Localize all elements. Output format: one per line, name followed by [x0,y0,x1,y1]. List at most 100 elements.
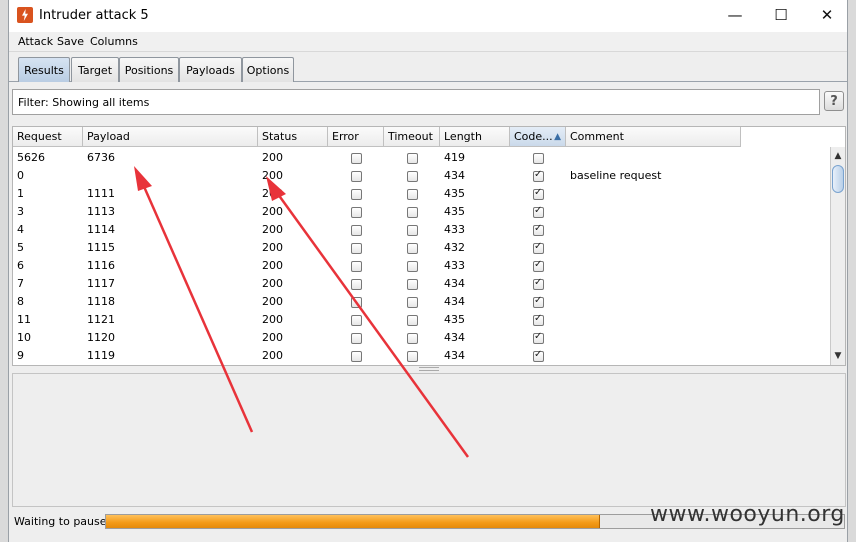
cell-comment [566,275,570,293]
checkbox-code[interactable] [533,223,544,236]
checkbox-error[interactable] [351,243,362,254]
cell-comment [566,185,570,203]
checkbox-timeout[interactable] [407,243,418,254]
lower-pane [12,373,846,507]
checkbox-timeout[interactable] [407,279,418,290]
checkbox-error[interactable] [351,279,362,290]
table-row[interactable]: 7 1117 200 434 [13,275,741,293]
tab-target[interactable]: Target [71,57,119,82]
checkbox-error[interactable] [351,315,362,326]
checkbox-code[interactable] [533,187,544,200]
column-comment[interactable]: Comment [566,127,741,147]
cell-request: 9 [17,349,24,362]
filter-label: Filter: Showing all items [18,96,150,109]
cell-length: 419 [444,151,465,164]
checkbox-code[interactable] [533,241,544,254]
checkbox-code[interactable] [533,277,544,290]
cell-payload: 1116 [87,259,115,272]
scroll-down-icon[interactable]: ▼ [831,349,845,363]
table-row[interactable]: 11 1121 200 435 [13,311,741,329]
checkbox-error[interactable] [351,225,362,236]
checkbox-code[interactable] [533,205,544,218]
help-button[interactable]: ? [824,91,844,111]
checkbox-timeout[interactable] [407,171,418,182]
column-payload[interactable]: Payload [83,127,258,147]
column-error[interactable]: Error [328,127,384,147]
cell-request: 10 [17,331,31,344]
cell-status: 200 [262,151,283,164]
menu-attack[interactable]: Attack [18,35,53,48]
checkbox-error[interactable] [351,171,362,182]
cell-comment [566,293,570,311]
cell-payload: 1119 [87,349,115,362]
table-row[interactable]: 5 1115 200 432 [13,239,741,257]
table-row[interactable]: 1 1111 200 435 [13,185,741,203]
background-window-left [0,0,8,542]
checkbox-timeout[interactable] [407,297,418,308]
cell-length: 434 [444,331,465,344]
menu-columns[interactable]: Columns [90,35,138,48]
status-text: Waiting to pause [14,515,107,528]
checkbox-timeout[interactable] [407,333,418,344]
checkbox-error[interactable] [351,351,362,362]
cell-request: 1 [17,187,24,200]
table-row[interactable]: 4 1114 200 433 [13,221,741,239]
checkbox-timeout[interactable] [407,207,418,218]
checkbox-code[interactable] [533,153,544,164]
checkbox-timeout[interactable] [407,153,418,164]
checkbox-code[interactable] [533,349,544,362]
checkbox-timeout[interactable] [407,261,418,272]
tab-positions[interactable]: Positions [119,57,179,82]
cell-status: 200 [262,223,283,236]
table-row[interactable]: 9 1119 200 434 [13,347,741,365]
column-code[interactable]: Code... ▲ [510,127,566,147]
checkbox-error[interactable] [351,261,362,272]
split-pane-divider[interactable] [419,367,439,371]
vertical-scrollbar[interactable]: ▲ ▼ [830,147,845,365]
checkbox-code[interactable] [533,313,544,326]
table-row[interactable]: 5626 6736 200 419 [13,149,741,167]
cell-request: 3 [17,205,24,218]
checkbox-timeout[interactable] [407,351,418,362]
table-row[interactable]: 8 1118 200 434 [13,293,741,311]
filter-bar[interactable]: Filter: Showing all items [12,89,820,115]
cell-length: 434 [444,349,465,362]
table-row[interactable]: 0 200 434 baseline request [13,167,741,185]
cell-comment [566,257,570,275]
column-length[interactable]: Length [440,127,510,147]
scrollbar-thumb[interactable] [832,165,844,193]
checkbox-error[interactable] [351,297,362,308]
menu-save[interactable]: Save [57,35,84,48]
cell-request: 5 [17,241,24,254]
minimize-button[interactable]: — [712,0,758,30]
table-row[interactable]: 10 1120 200 434 [13,329,741,347]
checkbox-code[interactable] [533,259,544,272]
tab-results[interactable]: Results [18,57,70,82]
column-timeout[interactable]: Timeout [384,127,440,147]
background-window-right [848,0,856,542]
scroll-up-icon[interactable]: ▲ [831,149,845,163]
cell-status: 200 [262,331,283,344]
tab-payloads[interactable]: Payloads [179,57,242,82]
cell-length: 434 [444,295,465,308]
table-row[interactable]: 3 1113 200 435 [13,203,741,221]
cell-status: 200 [262,313,283,326]
checkbox-code[interactable] [533,295,544,308]
checkbox-code[interactable] [533,169,544,182]
table-row[interactable]: 6 1116 200 433 [13,257,741,275]
checkbox-error[interactable] [351,207,362,218]
column-request[interactable]: Request [13,127,83,147]
watermark-text: www.wooyun.org [650,502,845,527]
tab-options[interactable]: Options [242,57,294,82]
column-status[interactable]: Status [258,127,328,147]
checkbox-timeout[interactable] [407,225,418,236]
checkbox-code[interactable] [533,331,544,344]
maximize-button[interactable]: ☐ [758,0,804,30]
checkbox-timeout[interactable] [407,315,418,326]
checkbox-error[interactable] [351,189,362,200]
checkbox-error[interactable] [351,153,362,164]
checkbox-error[interactable] [351,333,362,344]
close-button[interactable]: ✕ [804,0,850,30]
cell-comment: baseline request [570,169,662,182]
checkbox-timeout[interactable] [407,189,418,200]
